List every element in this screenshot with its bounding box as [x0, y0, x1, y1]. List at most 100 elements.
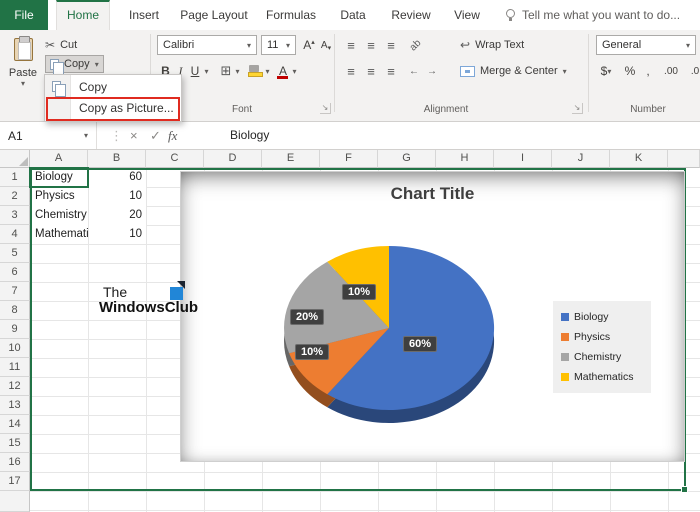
percent-style-button[interactable]: %	[622, 61, 638, 81]
alignment-dialog-launcher[interactable]: ↘	[572, 103, 583, 114]
tab-file[interactable]: File	[0, 0, 48, 30]
decrease-font-size-button[interactable]: A▾	[318, 35, 334, 55]
font-color-arrow[interactable]: ▾	[290, 61, 299, 81]
row-header-4[interactable]: 4	[0, 225, 30, 244]
align-bottom-button[interactable]: ≡	[382, 35, 400, 55]
column-header-B[interactable]: B	[88, 150, 146, 168]
column-header-partial[interactable]	[668, 150, 700, 168]
fill-color-arrow[interactable]: ▾	[263, 61, 272, 81]
tab-view[interactable]: View	[444, 0, 490, 30]
column-header-C[interactable]: C	[146, 150, 204, 168]
font-size-combo[interactable]: 11 ▾	[261, 35, 296, 55]
cell-A1[interactable]: Biology	[31, 168, 88, 187]
align-center-button[interactable]: ≡	[362, 61, 380, 81]
cell-B4[interactable]: 10	[89, 225, 146, 244]
cancel-icon[interactable]: ×	[130, 122, 138, 149]
legend-item-Physics[interactable]: Physics	[561, 327, 647, 347]
menu-item-copy[interactable]: Copy	[45, 77, 181, 98]
row-header-9[interactable]: 9	[0, 320, 30, 339]
row-header-6[interactable]: 6	[0, 263, 30, 282]
row-header-5[interactable]: 5	[0, 244, 30, 263]
fill-color-button[interactable]	[246, 61, 263, 81]
increase-font-size-button[interactable]: A▴	[300, 35, 318, 55]
pie-chart-object[interactable]: Chart Title BiologyPhysicsChemistryMathe…	[181, 172, 684, 461]
column-header-H[interactable]: H	[436, 150, 494, 168]
comma-style-button[interactable]: ,	[642, 61, 654, 81]
data-label-Biology[interactable]: 60%	[403, 336, 437, 352]
column-header-A[interactable]: A	[30, 150, 88, 168]
name-box[interactable]: A1 ▾	[0, 122, 97, 149]
align-right-button[interactable]: ≡	[382, 61, 400, 81]
row-header-12[interactable]: 12	[0, 377, 30, 396]
row-header-13[interactable]: 13	[0, 396, 30, 415]
legend-item-Biology[interactable]: Biology	[561, 307, 647, 327]
font-dialog-launcher[interactable]: ↘	[320, 103, 331, 114]
wrap-text-button[interactable]: ↩ Wrap Text	[460, 36, 524, 54]
paste-button[interactable]: Paste ▾	[3, 34, 43, 112]
tab-insert[interactable]: Insert	[118, 0, 170, 30]
underline-button[interactable]: U	[188, 61, 202, 81]
copy-button[interactable]: Copy ▾	[45, 55, 104, 73]
cell-B3[interactable]: 20	[89, 206, 146, 225]
tab-data[interactable]: Data	[328, 0, 378, 30]
cell-A2[interactable]: Physics	[31, 187, 88, 206]
row-header-7[interactable]: 7	[0, 282, 30, 301]
row-header-14[interactable]: 14	[0, 415, 30, 434]
tab-page-layout[interactable]: Page Layout	[174, 0, 254, 30]
cut-button[interactable]: ✂ Cut	[45, 36, 77, 54]
cell-B2[interactable]: 10	[89, 187, 146, 206]
tell-me-box[interactable]: Tell me what you want to do...	[506, 0, 680, 30]
column-header-I[interactable]: I	[494, 150, 552, 168]
merge-center-button[interactable]: Merge & Center ▾	[460, 62, 567, 80]
fill-handle[interactable]	[681, 486, 688, 493]
data-label-Mathematics[interactable]: 10%	[342, 284, 376, 300]
row-header-partial[interactable]	[0, 491, 30, 512]
row-header-11[interactable]: 11	[0, 358, 30, 377]
column-header-E[interactable]: E	[262, 150, 320, 168]
underline-options-arrow[interactable]: ▾	[202, 61, 211, 81]
select-all-corner[interactable]	[0, 150, 30, 168]
align-middle-button[interactable]: ≡	[362, 35, 380, 55]
column-header-J[interactable]: J	[552, 150, 610, 168]
align-left-button[interactable]: ≡	[342, 61, 360, 81]
align-top-button[interactable]: ≡	[342, 35, 360, 55]
row-header-16[interactable]: 16	[0, 453, 30, 472]
data-label-Physics[interactable]: 10%	[295, 344, 329, 360]
chart-legend[interactable]: BiologyPhysicsChemistryMathematics	[553, 301, 651, 393]
tab-formulas[interactable]: Formulas	[258, 0, 324, 30]
row-header-15[interactable]: 15	[0, 434, 30, 453]
chart-title[interactable]: Chart Title	[181, 184, 684, 204]
decrease-indent-button[interactable]: ←	[406, 61, 422, 81]
number-format-combo[interactable]: General ▾	[596, 35, 696, 55]
row-header-3[interactable]: 3	[0, 206, 30, 225]
accounting-format-button[interactable]: $▾	[596, 61, 616, 81]
tab-home[interactable]: Home	[56, 0, 110, 30]
borders-button[interactable]: ⊞	[218, 61, 234, 81]
cell-A4[interactable]: Mathematics	[31, 225, 88, 244]
row-header-10[interactable]: 10	[0, 339, 30, 358]
decrease-decimal-button[interactable]: .0	[684, 61, 700, 81]
cell-A3[interactable]: Chemistry	[31, 206, 88, 225]
formula-bar-value[interactable]: Biology	[230, 122, 269, 149]
column-header-D[interactable]: D	[204, 150, 262, 168]
borders-arrow[interactable]: ▾	[233, 61, 242, 81]
enter-icon[interactable]: ✓	[150, 122, 161, 149]
column-header-F[interactable]: F	[320, 150, 378, 168]
orientation-button[interactable]: ab	[406, 35, 426, 55]
column-header-G[interactable]: G	[378, 150, 436, 168]
row-header-8[interactable]: 8	[0, 301, 30, 320]
font-color-button[interactable]: A	[275, 61, 291, 81]
increase-indent-button[interactable]: →	[424, 61, 440, 81]
cell-B1[interactable]: 60	[89, 168, 146, 187]
legend-item-Chemistry[interactable]: Chemistry	[561, 347, 647, 367]
row-header-17[interactable]: 17	[0, 472, 30, 491]
insert-function-icon[interactable]: fx	[168, 122, 177, 149]
row-header-2[interactable]: 2	[0, 187, 30, 206]
row-header-1[interactable]: 1	[0, 168, 30, 187]
column-header-K[interactable]: K	[610, 150, 668, 168]
legend-item-Mathematics[interactable]: Mathematics	[561, 367, 647, 387]
increase-decimal-button[interactable]: .00	[660, 61, 682, 81]
tab-review[interactable]: Review	[382, 0, 440, 30]
formula-bar-grip[interactable]: ⋮	[110, 122, 123, 149]
font-name-combo[interactable]: Calibri ▾	[157, 35, 257, 55]
